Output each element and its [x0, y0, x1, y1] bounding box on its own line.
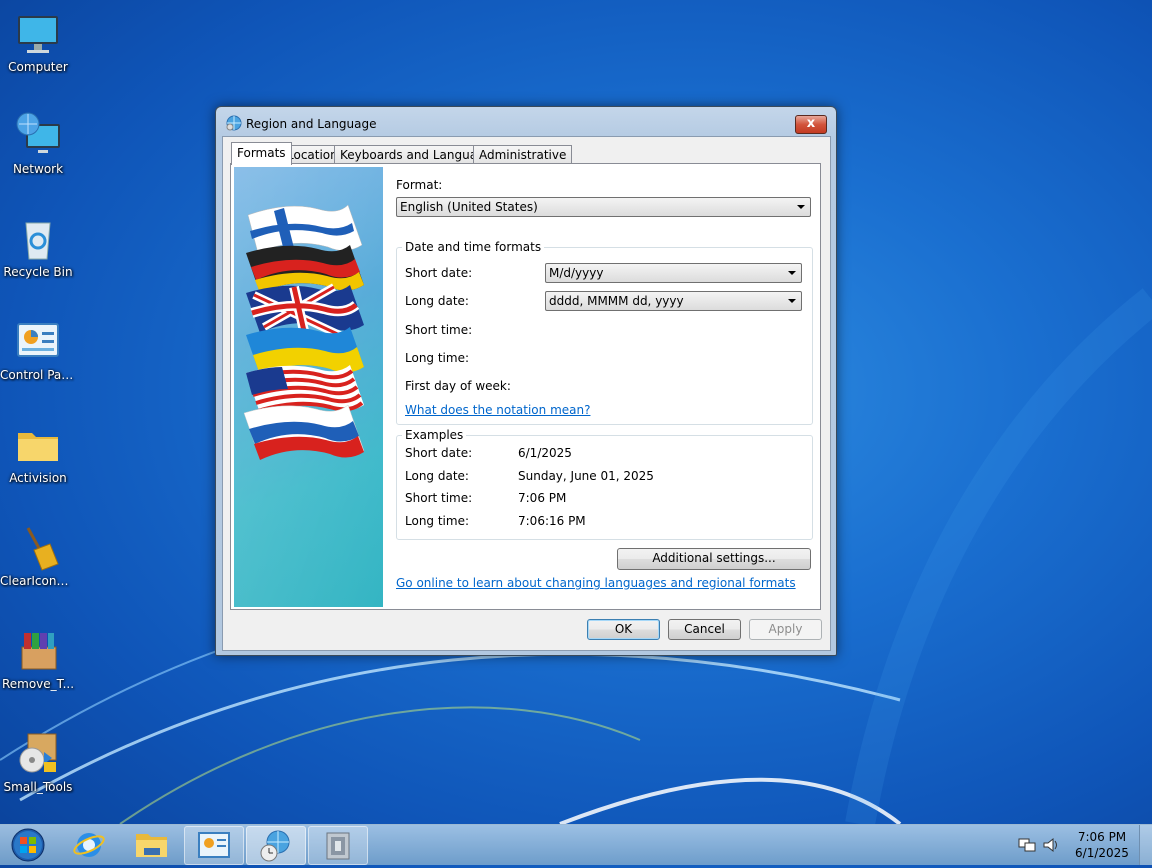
window-title: Region and Language: [246, 117, 377, 131]
system-clock[interactable]: 7:06 PM 6/1/2025: [1070, 829, 1134, 861]
globe-icon: [226, 115, 242, 131]
notation-help-link[interactable]: What does the notation mean?: [405, 403, 590, 417]
desktop-icon-activision[interactable]: Activision: [0, 413, 76, 503]
recycle-bin-icon: [14, 215, 62, 263]
close-button[interactable]: x: [795, 115, 827, 134]
title-bar[interactable]: Region and Language x: [216, 107, 836, 137]
tab-label: Location: [287, 148, 338, 162]
short-date-label: Short date:: [405, 266, 473, 280]
chevron-down-icon: [797, 205, 805, 209]
button-label: OK: [614, 622, 633, 636]
desktop-icon-recycle-bin[interactable]: Recycle Bin: [0, 207, 76, 297]
windows-start-orb-icon: [11, 828, 45, 862]
long-time-label: Long time:: [405, 351, 470, 365]
desktop-icon-cleariconcache[interactable]: ClearIconC...: [0, 516, 76, 606]
archive-icon: [326, 832, 350, 860]
control-panel-icon: [14, 318, 62, 366]
examples-title: Examples: [402, 428, 467, 442]
network-tray-icon[interactable]: [1018, 837, 1036, 853]
example-short-time-value: 7:06 PM: [518, 491, 567, 505]
example-short-date-label: Short date:: [405, 446, 473, 460]
tools-box-icon: [14, 730, 62, 778]
tab-administrative[interactable]: Administrative: [473, 145, 573, 164]
example-long-time-label: Long time:: [405, 514, 470, 528]
volume-tray-icon[interactable]: [1042, 837, 1060, 853]
button-label: Cancel: [684, 622, 725, 636]
desktop-icon-remove-t[interactable]: Remove_T...: [0, 619, 76, 709]
short-date-dropdown[interactable]: M/d/yyyy: [545, 263, 802, 283]
flags-graphic: [234, 167, 383, 607]
desktop-icon-label: Network: [12, 162, 64, 176]
start-button[interactable]: [2, 826, 54, 863]
example-long-date-value: Sunday, June 01, 2025: [518, 469, 654, 483]
desktop-icon-label: Activision: [9, 471, 67, 485]
taskbar-region-language[interactable]: [246, 826, 306, 865]
format-value: English (United States): [400, 200, 538, 214]
desktop-icon-network[interactable]: Network: [0, 104, 76, 194]
online-languages-link[interactable]: Go online to learn about changing langua…: [396, 576, 796, 590]
computer-icon: [14, 10, 62, 58]
folder-icon: [136, 834, 167, 857]
date-time-formats-title: Date and time formats: [402, 240, 545, 254]
desktop-icon-label: ClearIconC...: [0, 574, 76, 588]
globe-clock-icon: [260, 830, 290, 862]
button-label: Additional settings...: [652, 551, 776, 565]
taskbar-archive-app[interactable]: [308, 826, 368, 865]
tab-formats[interactable]: Formats: [231, 142, 292, 165]
clock-time: 7:06 PM: [1077, 830, 1127, 844]
region-language-window: Region and Language x Formats Location K…: [215, 106, 837, 656]
desktop-icon-label: Remove_T...: [1, 677, 75, 691]
desktop-icon-label: Small_Tools: [3, 780, 73, 794]
tab-label: Formats: [237, 146, 286, 160]
desktop-icon-control-panel[interactable]: Control Panel: [0, 310, 76, 400]
taskbar-internet-explorer[interactable]: [60, 826, 118, 863]
formats-tab-panel: Format: English (United States) Date and…: [230, 163, 821, 610]
clock-date: 6/1/2025: [1075, 846, 1129, 860]
example-short-date-value: 6/1/2025: [518, 446, 572, 460]
chevron-down-icon: [788, 271, 796, 275]
chevron-down-icon: [788, 299, 796, 303]
cancel-button[interactable]: Cancel: [668, 619, 741, 640]
close-icon: x: [806, 116, 816, 131]
internet-explorer-icon: [73, 833, 105, 857]
show-desktop-button[interactable]: [1139, 825, 1152, 865]
first-day-of-week-label: First day of week:: [405, 379, 511, 393]
long-date-label: Long date:: [405, 294, 469, 308]
desktop-icon-label: Computer: [8, 60, 68, 74]
desktop-icon-label: Recycle Bin: [3, 265, 73, 279]
short-date-value: M/d/yyyy: [549, 266, 604, 280]
format-dropdown[interactable]: English (United States): [396, 197, 811, 217]
taskbar-file-explorer[interactable]: [122, 826, 180, 863]
desktop-icon-computer[interactable]: Computer: [0, 2, 76, 92]
folder-icon: [14, 421, 62, 469]
apply-button[interactable]: Apply: [749, 619, 822, 640]
package-icon: [14, 627, 62, 675]
button-label: Apply: [768, 622, 803, 636]
tab-label: Administrative: [479, 148, 567, 162]
example-short-time-label: Short time:: [405, 491, 473, 505]
dialog-client-area: Formats Location Keyboards and Languages…: [222, 136, 831, 651]
desktop-icon-small-tools[interactable]: Small_Tools: [0, 722, 76, 812]
long-date-value: dddd, MMMM dd, yyyy: [549, 294, 684, 308]
control-panel-icon: [198, 832, 230, 858]
example-long-time-value: 7:06:16 PM: [518, 514, 586, 528]
long-date-dropdown[interactable]: dddd, MMMM dd, yyyy: [545, 291, 802, 311]
format-label: Format:: [396, 178, 443, 192]
ok-button[interactable]: OK: [587, 619, 660, 640]
taskbar-control-panel[interactable]: [184, 826, 244, 865]
broom-icon: [14, 524, 62, 572]
network-icon: [14, 112, 62, 160]
desktop-icon-label: Control Panel: [0, 368, 76, 382]
example-long-date-label: Long date:: [405, 469, 469, 483]
taskbar: 7:06 PM 6/1/2025: [0, 824, 1152, 865]
flags-illustration: [234, 167, 383, 607]
additional-settings-button[interactable]: Additional settings...: [617, 548, 811, 570]
short-time-label: Short time:: [405, 323, 473, 337]
